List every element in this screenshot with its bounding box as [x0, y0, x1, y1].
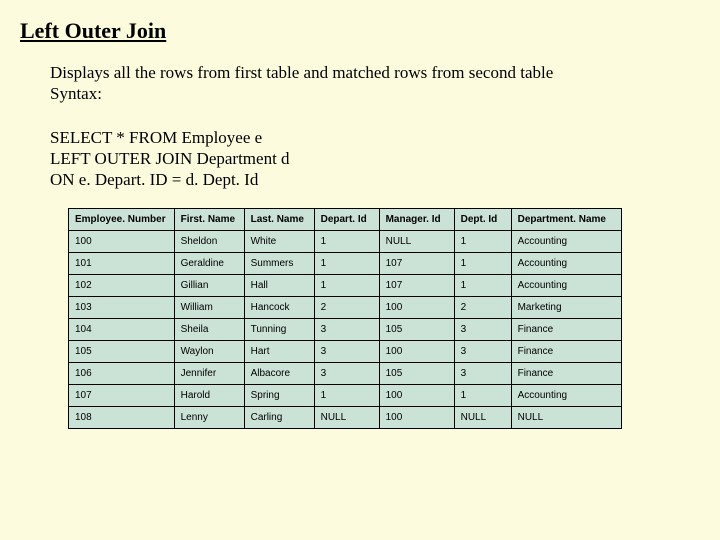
cell: Hancock	[244, 297, 314, 319]
cell: Finance	[511, 319, 621, 341]
table-row: 103 William Hancock 2 100 2 Marketing	[69, 297, 622, 319]
table-row: 108 Lenny Carling NULL 100 NULL NULL	[69, 407, 622, 429]
description-line-2: Syntax:	[50, 84, 102, 103]
table-row: 105 Waylon Hart 3 100 3 Finance	[69, 341, 622, 363]
cell: Accounting	[511, 231, 621, 253]
col-header: Last. Name	[244, 209, 314, 231]
cell: Marketing	[511, 297, 621, 319]
cell: Lenny	[174, 407, 244, 429]
table-row: 106 Jennifer Albacore 3 105 3 Finance	[69, 363, 622, 385]
cell: Hall	[244, 275, 314, 297]
cell: 107	[379, 275, 454, 297]
cell: Finance	[511, 363, 621, 385]
page-title: Left Outer Join	[20, 18, 700, 44]
cell: 3	[314, 319, 379, 341]
cell: 1	[314, 253, 379, 275]
cell: 102	[69, 275, 175, 297]
cell: 1	[454, 275, 511, 297]
cell: 106	[69, 363, 175, 385]
cell: Sheldon	[174, 231, 244, 253]
cell: 3	[454, 363, 511, 385]
cell: Accounting	[511, 253, 621, 275]
table-header-row: Employee. Number First. Name Last. Name …	[69, 209, 622, 231]
cell: 2	[314, 297, 379, 319]
cell: Accounting	[511, 275, 621, 297]
description-line-1: Displays all the rows from first table a…	[50, 63, 553, 82]
cell: Sheila	[174, 319, 244, 341]
cell: NULL	[314, 407, 379, 429]
cell: 105	[379, 363, 454, 385]
table-row: 101 Geraldine Summers 1 107 1 Accounting	[69, 253, 622, 275]
cell: 3	[314, 363, 379, 385]
cell: Accounting	[511, 385, 621, 407]
sql-line-3: ON e. Depart. ID = d. Dept. Id	[50, 170, 258, 189]
cell: Summers	[244, 253, 314, 275]
cell: 3	[454, 341, 511, 363]
cell: 2	[454, 297, 511, 319]
cell: NULL	[454, 407, 511, 429]
cell: 104	[69, 319, 175, 341]
cell: 1	[454, 231, 511, 253]
col-header: Manager. Id	[379, 209, 454, 231]
col-header: Department. Name	[511, 209, 621, 231]
cell: Jennifer	[174, 363, 244, 385]
cell: Finance	[511, 341, 621, 363]
cell: White	[244, 231, 314, 253]
cell: NULL	[511, 407, 621, 429]
cell: Harold	[174, 385, 244, 407]
cell: 1	[454, 253, 511, 275]
cell: Waylon	[174, 341, 244, 363]
description-block: Displays all the rows from first table a…	[50, 62, 700, 105]
table-row: 104 Sheila Tunning 3 105 3 Finance	[69, 319, 622, 341]
cell: 3	[454, 319, 511, 341]
cell: Carling	[244, 407, 314, 429]
cell: Albacore	[244, 363, 314, 385]
sql-line-2: LEFT OUTER JOIN Department d	[50, 149, 290, 168]
col-header: Dept. Id	[454, 209, 511, 231]
sql-line-1: SELECT * FROM Employee e	[50, 128, 262, 147]
table-row: 107 Harold Spring 1 100 1 Accounting	[69, 385, 622, 407]
cell: 1	[454, 385, 511, 407]
cell: 105	[69, 341, 175, 363]
col-header: Employee. Number	[69, 209, 175, 231]
col-header: Depart. Id	[314, 209, 379, 231]
cell: 100	[379, 385, 454, 407]
cell: 3	[314, 341, 379, 363]
cell: 1	[314, 231, 379, 253]
cell: Gillian	[174, 275, 244, 297]
sql-block: SELECT * FROM Employee e LEFT OUTER JOIN…	[50, 127, 700, 191]
cell: William	[174, 297, 244, 319]
cell: 100	[379, 407, 454, 429]
cell: NULL	[379, 231, 454, 253]
cell: 100	[69, 231, 175, 253]
cell: 103	[69, 297, 175, 319]
cell: Geraldine	[174, 253, 244, 275]
cell: Spring	[244, 385, 314, 407]
table-row: 100 Sheldon White 1 NULL 1 Accounting	[69, 231, 622, 253]
cell: 1	[314, 385, 379, 407]
cell: Tunning	[244, 319, 314, 341]
cell: 100	[379, 341, 454, 363]
cell: 107	[379, 253, 454, 275]
table-row: 102 Gillian Hall 1 107 1 Accounting	[69, 275, 622, 297]
result-table: Employee. Number First. Name Last. Name …	[68, 208, 622, 429]
cell: 107	[69, 385, 175, 407]
cell: 105	[379, 319, 454, 341]
cell: 1	[314, 275, 379, 297]
cell: 100	[379, 297, 454, 319]
cell: Hart	[244, 341, 314, 363]
col-header: First. Name	[174, 209, 244, 231]
cell: 101	[69, 253, 175, 275]
cell: 108	[69, 407, 175, 429]
